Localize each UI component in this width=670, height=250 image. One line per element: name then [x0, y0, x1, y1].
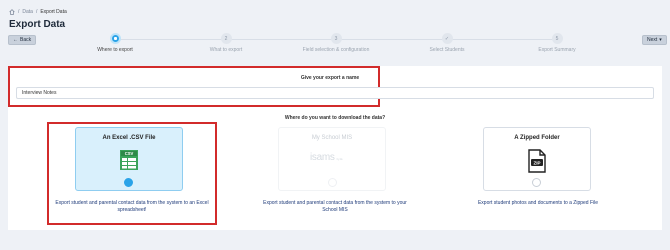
export-name-input[interactable]: [16, 87, 654, 99]
option-title-mis: My School MIS: [311, 135, 353, 141]
breadcrumb-data[interactable]: Data: [22, 9, 33, 15]
svg-text:CSV: CSV: [125, 151, 134, 156]
option-description-zip: Export student photos and documents to a…: [477, 200, 599, 206]
caret-down-icon: ▾: [659, 36, 662, 43]
radio-zip[interactable]: [532, 178, 541, 187]
zip-file-icon: ZIP: [528, 149, 546, 173]
option-title-zip: A Zipped Folder: [514, 135, 560, 141]
step-number-icon: 3: [330, 33, 342, 44]
radio-mis: [328, 178, 337, 187]
option-title-csv: An Excel .CSV File: [102, 135, 156, 141]
breadcrumb-export-data: Export Data: [40, 9, 67, 15]
page-title: Export Data: [9, 19, 66, 30]
step-select-students[interactable]: ✓ Select Students: [402, 33, 492, 53]
download-question: Where do you want to download the data?: [284, 115, 386, 121]
step-field-selection[interactable]: 3 Field selection & configuration: [291, 33, 381, 53]
step-check-icon: ✓: [441, 33, 453, 44]
isams-logo: isams by iris: [310, 152, 343, 163]
option-description-mis: Export student and parental contact data…: [263, 200, 407, 213]
export-name-label: Give your export a name: [300, 75, 360, 81]
csv-file-icon: CSV: [120, 150, 138, 170]
option-description-csv: Export student and parental contact data…: [55, 200, 209, 213]
home-icon[interactable]: [9, 9, 15, 15]
step-number-icon: 2: [220, 33, 232, 44]
step-where-to-export[interactable]: Where to export: [70, 33, 160, 53]
next-button[interactable]: Next ▾: [642, 35, 667, 45]
breadcrumb: / Data / Export Data: [9, 9, 67, 15]
radio-csv-selected[interactable]: [124, 178, 133, 187]
step-export-summary[interactable]: 5 Export Summary: [512, 33, 602, 53]
step-number-icon: 5: [551, 33, 563, 44]
arrow-left-icon: ←: [13, 36, 18, 43]
step-what-to-export[interactable]: 2 What to export: [181, 33, 271, 53]
back-button[interactable]: ← Back: [8, 35, 37, 45]
progress-stepper: Where to export 2 What to export 3 Field…: [60, 33, 620, 53]
svg-text:ZIP: ZIP: [533, 160, 540, 165]
step-active-icon: [109, 33, 121, 44]
